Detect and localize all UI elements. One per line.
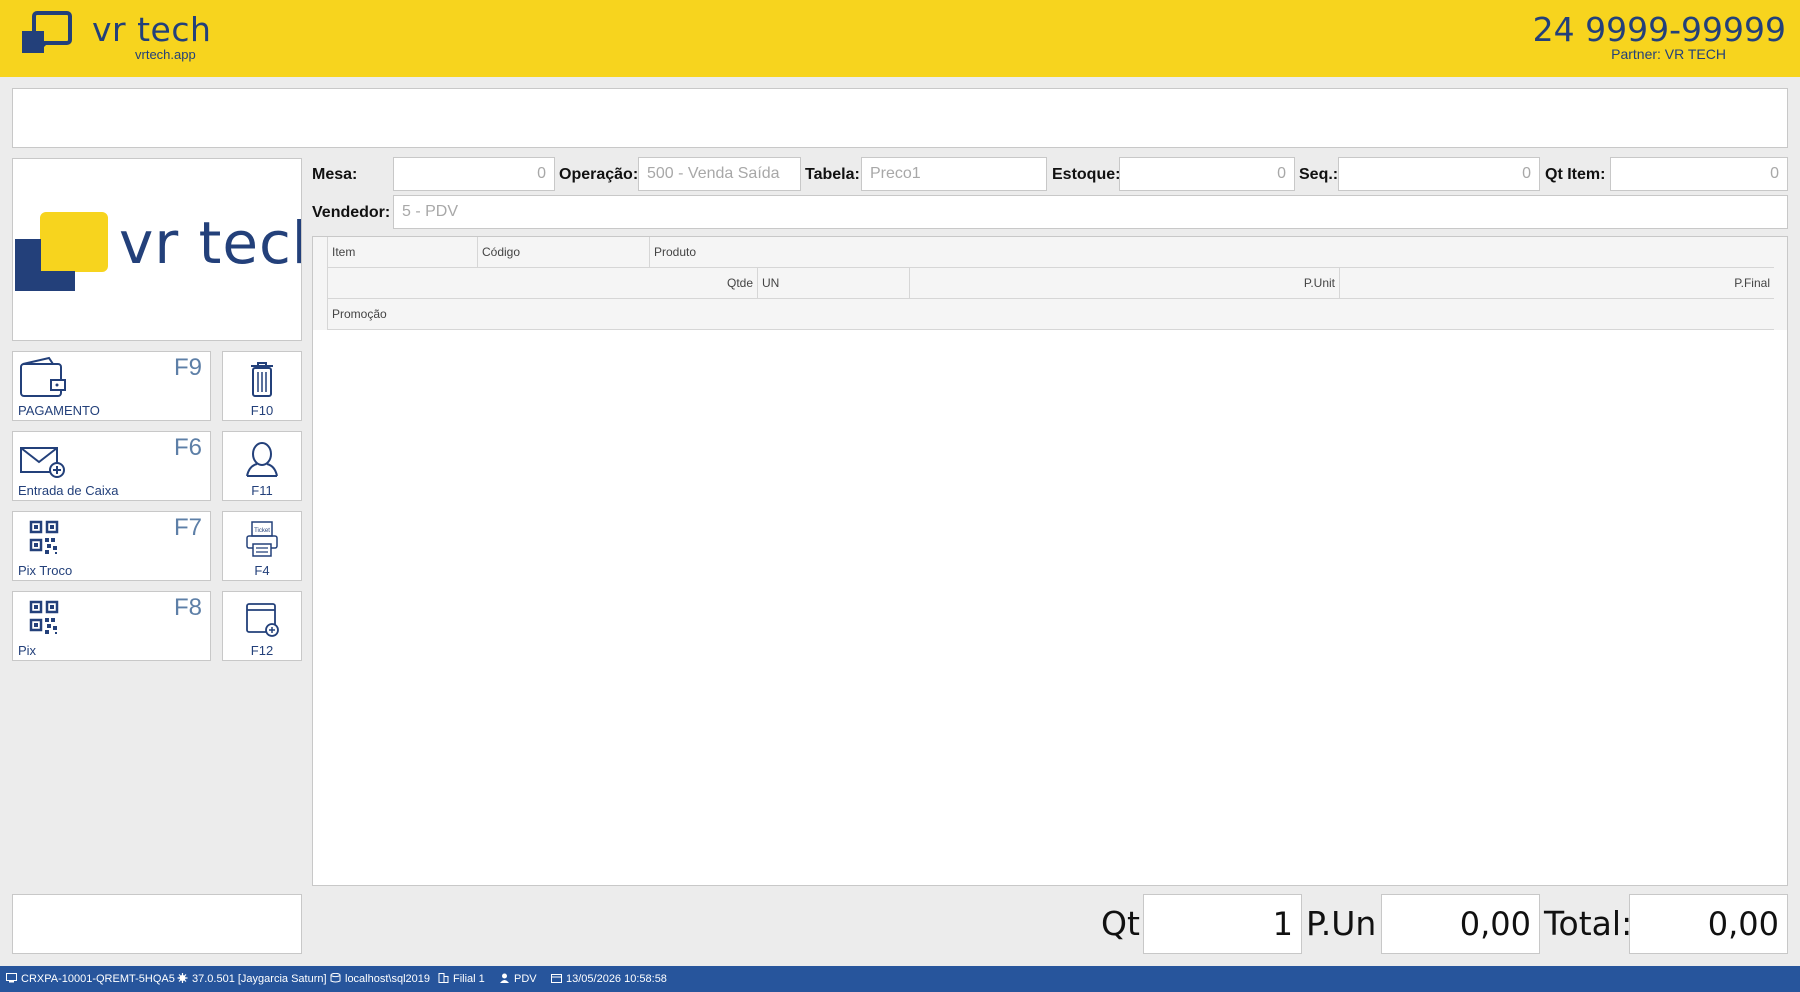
- grid-scroll-gutter: [1773, 237, 1787, 330]
- qt-item-field[interactable]: 0: [1610, 157, 1788, 191]
- pix-label: Pix: [18, 643, 37, 658]
- qt-field[interactable]: 1: [1143, 894, 1302, 954]
- gear-icon: [177, 973, 188, 983]
- mesa-field[interactable]: 0: [393, 157, 555, 191]
- status-bar: CRXPA-10001-QREMT-5HQA5 37.0.501 [Jaygar…: [0, 966, 1800, 992]
- items-grid[interactable]: Item Código Produto Qtde UN P.Unit P.Fin…: [312, 236, 1788, 886]
- grid-header-row-2: Qtde UN P.Unit P.Final: [328, 268, 1774, 299]
- brand-url: vrtech.app: [135, 47, 196, 62]
- pun-field[interactable]: 0,00: [1381, 894, 1540, 954]
- print-ticket-button[interactable]: Ticket F4: [222, 511, 302, 581]
- qr-code-icon: [29, 520, 59, 554]
- status-user-text: PDV: [514, 973, 537, 985]
- f6-key-label: F6: [173, 434, 202, 461]
- status-machine-text: CRXPA-10001-QREMT-5HQA5: [21, 973, 175, 985]
- estoque-field[interactable]: 0: [1119, 157, 1295, 191]
- tabela-label: Tabela:: [805, 166, 860, 183]
- vendedor-label: Vendedor:: [312, 204, 391, 221]
- status-server: localhost\sql2019: [330, 973, 430, 985]
- f9-key-label: F9: [173, 354, 202, 381]
- phone-number: 24 9999-99999: [1532, 10, 1786, 49]
- f12-key-label: F12: [250, 643, 274, 658]
- status-datetime: 13/05/2026 10:58:58: [551, 973, 667, 985]
- window-add-icon: [246, 603, 279, 637]
- status-filial-text: Filial 1: [453, 973, 485, 985]
- cash-entry-button[interactable]: F6 Entrada de Caixa: [12, 431, 211, 501]
- col-un[interactable]: UN: [758, 268, 910, 299]
- status-machine: CRXPA-10001-QREMT-5HQA5: [6, 973, 175, 985]
- logo-panel: vr tech: [12, 158, 302, 341]
- database-icon: [330, 973, 341, 983]
- new-window-button[interactable]: F12: [222, 591, 302, 661]
- vrtech-logo-mark-icon: [15, 212, 108, 291]
- vendedor-field[interactable]: 5 - PDV: [393, 195, 1788, 229]
- grid-row-indicator: [313, 237, 328, 330]
- f8-key-label: F8: [173, 594, 202, 621]
- status-datetime-text: 13/05/2026 10:58:58: [566, 973, 667, 985]
- app-header: vr tech vrtech.app 24 9999-99999 Partner…: [0, 0, 1800, 77]
- wallet-icon: [20, 356, 66, 397]
- delete-button[interactable]: F10: [222, 351, 302, 421]
- operacao-field[interactable]: 500 - Venda Saída: [638, 157, 801, 191]
- computer-icon: [6, 973, 17, 983]
- trash-icon: [251, 362, 273, 397]
- payment-label: PAGAMENTO: [18, 403, 100, 418]
- grid-header-row-1: Item Código Produto: [328, 237, 1774, 268]
- status-filial: Filial 1: [438, 973, 485, 985]
- pix-change-button[interactable]: F7 Pix Troco: [12, 511, 211, 581]
- col-punit[interactable]: P.Unit: [910, 268, 1340, 299]
- mesa-label: Mesa:: [312, 166, 358, 183]
- qt-item-label: Qt Item:: [1545, 166, 1606, 183]
- col-qtde[interactable]: Qtde: [328, 268, 758, 299]
- f7-key-label: F7: [173, 514, 202, 541]
- f11-key-label: F11: [251, 483, 273, 498]
- pix-button[interactable]: F8 Pix: [12, 591, 211, 661]
- col-pfinal[interactable]: P.Final: [1340, 268, 1774, 299]
- operacao-label: Operação:: [559, 166, 639, 183]
- status-server-text: localhost\sql2019: [345, 973, 431, 985]
- user-icon: [500, 973, 509, 983]
- customer-button[interactable]: F11: [222, 431, 302, 501]
- building-icon: [438, 973, 449, 983]
- footer-info-box: [12, 894, 302, 954]
- estoque-label: Estoque:: [1052, 166, 1121, 183]
- seq-label: Seq.:: [1299, 166, 1339, 183]
- total-label: Total:: [1544, 904, 1633, 943]
- grid-header-row-3: Promoção: [328, 299, 1774, 330]
- f4-key-label: F4: [254, 563, 270, 578]
- seq-field[interactable]: 0: [1338, 157, 1540, 191]
- f10-key-label: F10: [250, 403, 274, 418]
- col-codigo[interactable]: Código: [478, 237, 650, 268]
- ticket-printer-icon: Ticket: [246, 521, 278, 557]
- brand-name: vr tech: [92, 10, 212, 49]
- pix-change-label: Pix Troco: [18, 563, 73, 578]
- svg-text:Ticket: Ticket: [254, 528, 270, 534]
- status-version-text: 37.0.501 [Jaygarcia Saturn]: [192, 973, 327, 985]
- pun-label: P.Un: [1306, 904, 1377, 943]
- envelope-add-icon: [20, 447, 65, 478]
- tabela-field[interactable]: Preco1: [861, 157, 1047, 191]
- person-icon: [246, 442, 278, 477]
- status-user: PDV: [499, 973, 537, 985]
- payment-button[interactable]: F9 PAGAMENTO: [12, 351, 211, 421]
- total-field[interactable]: 0,00: [1629, 894, 1788, 954]
- partner-label: Partner: VR TECH: [1611, 46, 1726, 62]
- col-produto[interactable]: Produto: [650, 237, 1774, 268]
- vrtech-logo-icon: [22, 11, 72, 53]
- calendar-icon: [551, 974, 562, 983]
- col-promocao[interactable]: Promoção: [328, 299, 1774, 330]
- logo-text: vr tech: [119, 209, 301, 277]
- qt-label: Qt: [1101, 904, 1140, 943]
- status-version: 37.0.501 [Jaygarcia Saturn]: [177, 973, 327, 985]
- qr-code-icon: [29, 600, 59, 634]
- message-bar: [12, 88, 1788, 148]
- cash-entry-label: Entrada de Caixa: [18, 483, 119, 498]
- col-item[interactable]: Item: [328, 237, 478, 268]
